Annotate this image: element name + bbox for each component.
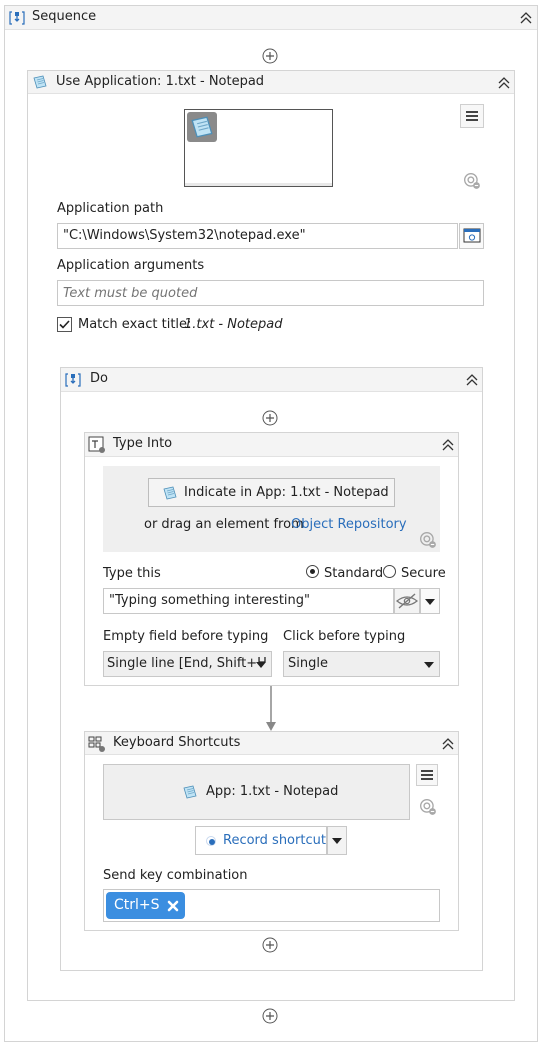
hide-text-button[interactable] bbox=[394, 588, 420, 614]
do-title: Do bbox=[90, 371, 108, 386]
sequence-icon bbox=[9, 10, 25, 26]
app-target-label: App: 1.txt - Notepad bbox=[206, 784, 339, 799]
sequence-header[interactable]: Sequence bbox=[5, 6, 537, 30]
match-exact-title-checkbox[interactable] bbox=[57, 317, 72, 332]
flow-connector-arrow bbox=[266, 686, 276, 731]
app-target-area[interactable]: App: 1.txt - Notepad bbox=[103, 764, 410, 820]
key-combination-field[interactable]: Ctrl+S bbox=[103, 889, 440, 922]
options-menu-button[interactable] bbox=[460, 104, 484, 128]
keyboard-shortcuts-header[interactable]: Keyboard Shortcuts bbox=[85, 732, 458, 755]
application-arguments-label: Application arguments bbox=[57, 258, 205, 273]
record-shortcut-button[interactable]: Record shortcut bbox=[195, 826, 327, 855]
type-this-dropdown[interactable] bbox=[420, 588, 440, 614]
collapse-icon[interactable] bbox=[518, 10, 534, 26]
do-header[interactable]: Do bbox=[61, 368, 482, 392]
use-application-title: Use Application: 1.txt - Notepad bbox=[56, 74, 265, 89]
application-path-label: Application path bbox=[57, 201, 164, 216]
add-activity-icon[interactable] bbox=[262, 937, 278, 953]
send-key-combination-label: Send key combination bbox=[103, 868, 248, 883]
menu-icon bbox=[463, 107, 481, 125]
eye-hidden-icon bbox=[396, 593, 418, 609]
notepad-thumbnail-icon bbox=[187, 112, 217, 142]
object-repository-link[interactable]: Object Repository bbox=[291, 517, 407, 532]
add-activity-icon[interactable] bbox=[262, 1008, 278, 1024]
application-path-input[interactable]: "C:\Windows\System32\notepad.exe" bbox=[57, 223, 458, 249]
collapse-icon[interactable] bbox=[440, 437, 456, 453]
empty-field-label: Empty field before typing bbox=[103, 629, 269, 644]
caret-down-icon bbox=[425, 599, 435, 605]
keyboard-icon bbox=[88, 736, 105, 752]
type-this-input[interactable]: "Typing something interesting" bbox=[103, 588, 394, 614]
add-activity-icon[interactable] bbox=[262, 48, 278, 64]
type-into-header[interactable]: Type Into bbox=[85, 433, 458, 457]
caret-down-icon bbox=[424, 662, 434, 668]
use-application-header[interactable]: Use Application: 1.txt - Notepad bbox=[28, 71, 514, 94]
shortcut-chip-label: Ctrl+S bbox=[114, 897, 160, 913]
browse-button[interactable] bbox=[459, 223, 484, 249]
standard-label: Standard bbox=[324, 566, 384, 581]
shortcut-chip[interactable]: Ctrl+S bbox=[106, 892, 185, 919]
notepad-app-icon bbox=[162, 485, 178, 501]
add-activity-icon[interactable] bbox=[262, 410, 278, 426]
caret-down-icon bbox=[256, 662, 266, 668]
indicate-in-app-button[interactable]: Indicate in App: 1.txt - Notepad bbox=[148, 478, 395, 507]
remove-chip-icon[interactable] bbox=[167, 900, 179, 912]
empty-field-select[interactable]: Single line [End, Shift+H bbox=[103, 651, 272, 677]
sequence-icon bbox=[65, 372, 81, 388]
empty-field-value: Single line [End, Shift+H bbox=[107, 656, 267, 671]
options-menu-button[interactable] bbox=[416, 764, 438, 786]
collapse-icon[interactable] bbox=[464, 372, 480, 388]
sequence-title: Sequence bbox=[32, 9, 97, 24]
secure-radio[interactable] bbox=[383, 565, 396, 578]
drag-element-text: or drag an element from bbox=[144, 517, 304, 532]
type-this-label: Type this bbox=[103, 566, 161, 581]
menu-icon bbox=[418, 766, 436, 784]
click-before-value: Single bbox=[288, 656, 328, 671]
collapse-icon[interactable] bbox=[496, 75, 512, 91]
record-shortcut-dropdown[interactable] bbox=[327, 826, 347, 855]
click-before-select[interactable]: Single bbox=[283, 651, 440, 677]
standard-radio[interactable] bbox=[306, 565, 319, 578]
indicate-in-app-label: Indicate in App: 1.txt - Notepad bbox=[184, 485, 389, 500]
radio-selected-dot bbox=[310, 569, 315, 574]
keyboard-shortcuts-title: Keyboard Shortcuts bbox=[113, 735, 241, 750]
target-icon[interactable] bbox=[419, 531, 437, 549]
application-screenshot-thumbnail[interactable] bbox=[184, 109, 333, 187]
checkmark-icon bbox=[59, 320, 70, 329]
match-exact-title-value: 1.txt - Notepad bbox=[184, 317, 283, 332]
application-arguments-input[interactable] bbox=[57, 280, 484, 306]
record-dot-icon bbox=[206, 836, 216, 846]
click-before-label: Click before typing bbox=[283, 629, 406, 644]
record-shortcut-label: Record shortcut bbox=[223, 833, 326, 848]
type-into-icon bbox=[88, 436, 105, 453]
target-icon[interactable] bbox=[463, 172, 481, 190]
notepad-app-icon bbox=[182, 784, 198, 800]
caret-down-icon bbox=[332, 838, 342, 844]
collapse-icon[interactable] bbox=[440, 736, 456, 752]
thumbnail-bottom-line bbox=[185, 183, 332, 186]
browse-window-icon bbox=[463, 228, 481, 243]
type-into-title: Type Into bbox=[113, 436, 173, 451]
target-icon[interactable] bbox=[419, 798, 437, 816]
match-exact-title-label: Match exact title: bbox=[78, 317, 192, 332]
notepad-app-icon bbox=[32, 74, 48, 90]
secure-label: Secure bbox=[401, 566, 446, 581]
